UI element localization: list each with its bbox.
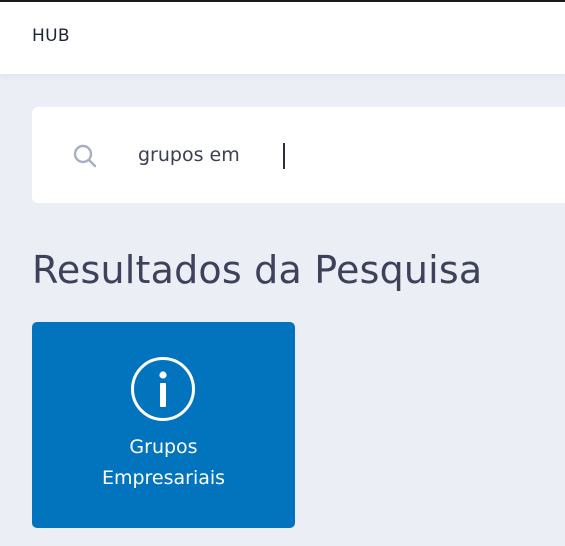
search-input[interactable] — [138, 139, 558, 171]
search-icon[interactable] — [72, 143, 98, 169]
app-header: HUB — [0, 2, 565, 74]
search-bar[interactable] — [32, 107, 565, 203]
info-icon — [131, 357, 195, 421]
text-caret — [283, 143, 285, 169]
result-tile-label-line1: Grupos — [129, 436, 198, 458]
results-heading: Resultados da Pesquisa — [32, 248, 483, 292]
result-tile-grupos-empresariais[interactable]: Grupos Empresariais — [32, 322, 295, 528]
result-tile-label: Grupos Empresariais — [32, 432, 295, 494]
app-title[interactable]: HUB — [32, 26, 70, 46]
result-tile-label-line2: Empresariais — [101, 467, 226, 489]
